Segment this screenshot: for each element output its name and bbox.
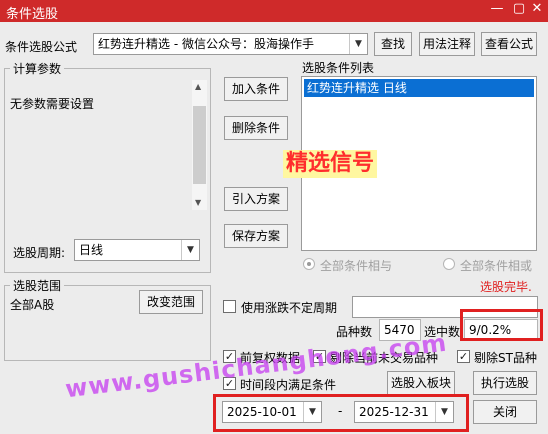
find-button[interactable]: 查找 xyxy=(374,32,412,56)
formula-label: 条件选股公式 xyxy=(5,40,78,54)
chevron-down-icon[interactable]: ▼ xyxy=(349,34,367,54)
radio-or[interactable] xyxy=(443,258,455,270)
date-highlight-box xyxy=(213,394,469,432)
exclude-st-label: 剔除ST品种 xyxy=(474,351,537,365)
close-icon[interactable]: ✕ xyxy=(530,2,544,16)
chevron-down-icon[interactable]: ▼ xyxy=(181,240,199,260)
formula-select[interactable]: 红势连升精选 - 微信公众号：股海操作手 ▼ xyxy=(93,33,368,55)
save-plan-button[interactable]: 保存方案 xyxy=(224,224,288,248)
radio-and[interactable] xyxy=(303,258,315,270)
uncertain-period-label: 使用涨跌不定周期 xyxy=(241,301,338,315)
radio-or-label: 全部条件相或 xyxy=(460,259,533,273)
period-select[interactable]: 日线 ▼ xyxy=(74,239,200,261)
execute-button[interactable]: 执行选股 xyxy=(473,371,537,395)
minimize-icon[interactable]: — xyxy=(490,2,504,16)
overlay-label: 精选信号 xyxy=(283,150,378,178)
highlight-box xyxy=(460,309,543,341)
period-value: 日线 xyxy=(79,243,104,257)
scroll-down-icon[interactable]: ▼ xyxy=(195,198,201,207)
uncertain-period-checkbox[interactable] xyxy=(223,300,236,313)
add-condition-button[interactable]: 加入条件 xyxy=(224,77,288,101)
to-board-button[interactable]: 选股入板块 xyxy=(387,371,455,395)
radio-and-label: 全部条件相与 xyxy=(320,259,393,273)
params-scrollbar[interactable]: ▲ ▼ xyxy=(192,80,207,210)
period-label: 选股周期: xyxy=(13,246,66,260)
usage-button[interactable]: 用法注释 xyxy=(419,32,475,56)
close-button[interactable]: 关闭 xyxy=(473,400,537,424)
exclude-st-checkbox[interactable]: ✓ xyxy=(457,350,470,363)
scroll-up-icon[interactable]: ▲ xyxy=(195,82,201,91)
title-bar: 条件选股 — ▢ ✕ xyxy=(0,0,548,22)
maximize-icon[interactable]: ▢ xyxy=(512,2,526,16)
range-legend: 选股范围 xyxy=(10,277,65,294)
status-text: 选股完毕. xyxy=(480,280,532,294)
calc-params-legend: 计算参数 xyxy=(10,60,65,77)
dialog-body: 条件选股公式 红势连升精选 - 微信公众号：股海操作手 ▼ 查找 用法注释 查看… xyxy=(0,22,548,434)
view-formula-button[interactable]: 查看公式 xyxy=(481,32,537,56)
scroll-thumb[interactable] xyxy=(193,106,206,184)
list-item[interactable]: 红势连升精选 日线 xyxy=(304,79,534,97)
calc-params-text: 无参数需要设置 xyxy=(10,97,95,111)
conditions-label: 选股条件列表 xyxy=(302,61,375,75)
formula-value: 红势连升精选 - 微信公众号：股海操作手 xyxy=(98,37,314,51)
range-value: 全部A股 xyxy=(10,298,55,312)
delete-condition-button[interactable]: 删除条件 xyxy=(224,116,288,140)
window-title: 条件选股 xyxy=(6,7,59,22)
change-range-button[interactable]: 改变范围 xyxy=(139,290,203,314)
import-plan-button[interactable]: 引入方案 xyxy=(224,187,288,211)
